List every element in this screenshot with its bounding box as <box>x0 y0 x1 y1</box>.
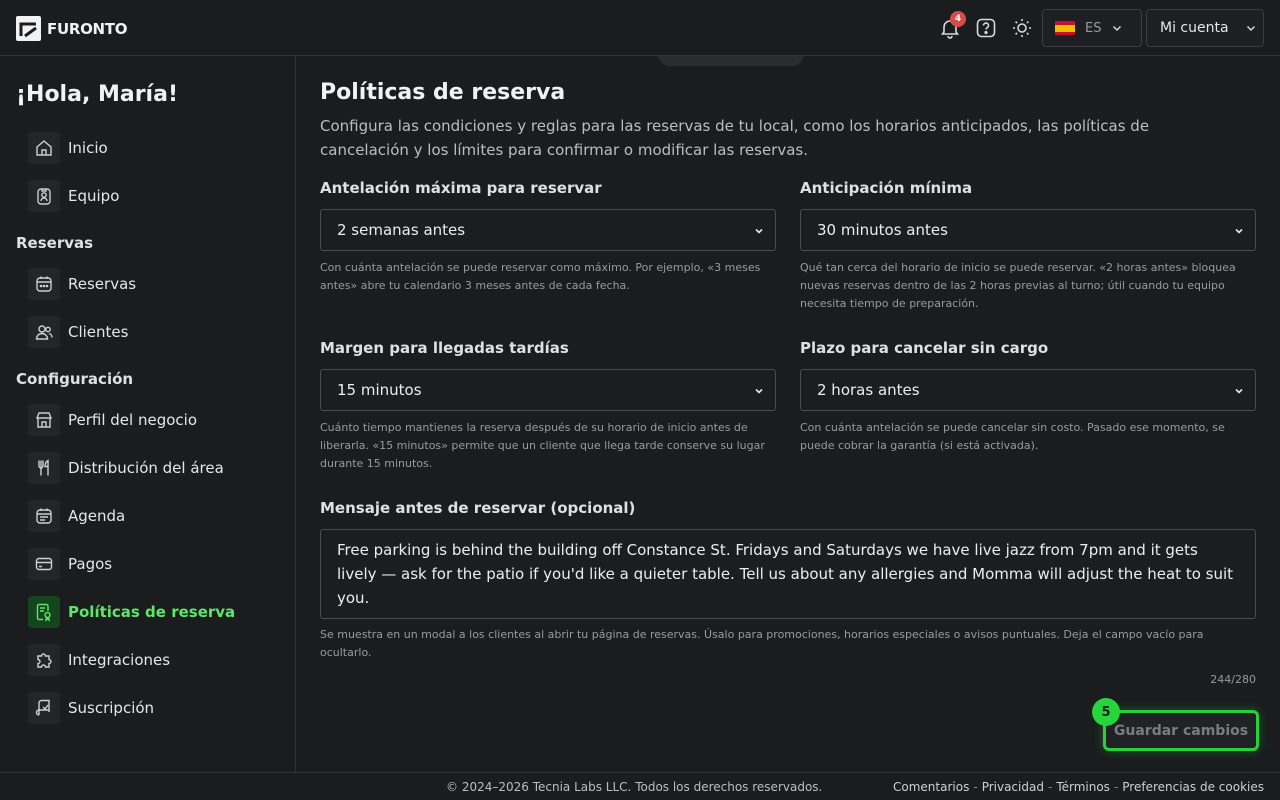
home-icon <box>28 132 60 164</box>
footer-link-terminos[interactable]: Términos <box>1056 780 1110 794</box>
cancel-window-help: Con cuánta antelación se puede cancelar … <box>800 421 1225 452</box>
section-reservas: Reservas <box>16 234 94 252</box>
policy-icon <box>28 596 60 628</box>
footer-link-privacidad[interactable]: Privacidad <box>982 780 1044 794</box>
sidebar: ¡Hola, María! Inicio Equipo Reservas Res… <box>0 56 296 772</box>
copyright: © 2024–2026 Tecnia Labs LLC. Todos los d… <box>446 780 823 794</box>
calendar-icon <box>28 268 60 300</box>
store-icon <box>28 404 60 436</box>
page-title: Políticas de reserva <box>320 80 566 105</box>
max-advance-help: Con cuánta antelación se puede reservar … <box>320 261 761 292</box>
schedule-icon <box>28 500 60 532</box>
sidebar-item-clientes[interactable]: Clientes <box>28 316 128 348</box>
late-margin-value: 15 minutos <box>337 381 422 399</box>
card-icon <box>28 548 60 580</box>
brand-logo[interactable]: FURONTO <box>16 16 127 41</box>
max-advance-select[interactable]: 2 semanas antes <box>320 209 776 251</box>
message-help: Se muestra en un modal a los clientes al… <box>320 628 1204 659</box>
cancel-window-label: Plazo para cancelar sin cargo <box>800 339 1049 357</box>
scrolled-element <box>658 56 804 66</box>
cancel-window-select[interactable]: 2 horas antes <box>800 369 1256 411</box>
max-advance-label: Antelación máxima para reservar <box>320 179 602 197</box>
footer-separator: - <box>1113 780 1119 794</box>
chevron-down-icon <box>1246 25 1255 32</box>
sun-icon[interactable] <box>1010 16 1034 40</box>
sidebar-item-label: Equipo <box>68 187 120 205</box>
language-selector[interactable]: ES <box>1042 9 1142 47</box>
account-label: Mi cuenta <box>1160 20 1229 36</box>
sidebar-item-label: Políticas de reserva <box>68 603 236 621</box>
greeting: ¡Hola, María! <box>16 82 178 107</box>
message-textarea[interactable]: Free parking is behind the building off … <box>320 529 1256 619</box>
puzzle-icon <box>28 644 60 676</box>
section-configuracion: Configuración <box>16 370 134 388</box>
sidebar-item-label: Inicio <box>68 139 108 157</box>
sidebar-item-label: Reservas <box>68 275 137 293</box>
sidebar-item-politicas-de-reserva[interactable]: Políticas de reserva <box>28 596 235 628</box>
account-menu[interactable]: Mi cuenta <box>1146 9 1264 47</box>
help-icon[interactable] <box>974 16 998 40</box>
sidebar-item-suscripcion[interactable]: Suscripción <box>28 692 154 724</box>
badge-icon <box>28 180 60 212</box>
spain-flag-icon <box>1055 21 1075 35</box>
utensils-icon <box>28 452 60 484</box>
notification-badge: 4 <box>950 11 966 27</box>
min-advance-select[interactable]: 30 minutos antes <box>800 209 1256 251</box>
min-advance-help: Qué tan cerca del horario de inicio se p… <box>800 261 1236 310</box>
sidebar-item-label: Clientes <box>68 323 129 341</box>
users-icon <box>28 316 60 348</box>
late-margin-select[interactable]: 15 minutos <box>320 369 776 411</box>
character-counter: 244/280 <box>1210 673 1256 686</box>
sidebar-item-agenda[interactable]: Agenda <box>28 500 125 532</box>
late-margin-label: Margen para llegadas tardías <box>320 339 569 357</box>
sidebar-item-label: Pagos <box>68 555 113 573</box>
main-content: Políticas de reserva Configura las condi… <box>296 56 1280 772</box>
top-bar: FURONTO 4 ES Mi cuenta <box>0 0 1280 56</box>
footer-link-preferencias-cookies[interactable]: Preferencias de cookies <box>1122 780 1264 794</box>
step-badge: 5 <box>1092 698 1120 726</box>
sidebar-item-integraciones[interactable]: Integraciones <box>28 644 170 676</box>
language-code: ES <box>1085 20 1102 36</box>
max-advance-value: 2 semanas antes <box>337 221 466 239</box>
chevron-down-icon <box>1113 25 1122 32</box>
brand-name: FURONTO <box>47 19 128 38</box>
sidebar-item-pagos[interactable]: Pagos <box>28 548 112 580</box>
sidebar-item-reservas[interactable]: Reservas <box>28 268 136 300</box>
cancel-window-value: 2 horas antes <box>817 381 920 399</box>
save-button[interactable]: Guardar cambios <box>1103 710 1259 751</box>
min-advance-value: 30 minutos antes <box>817 221 948 239</box>
sidebar-item-equipo[interactable]: Equipo <box>28 180 119 212</box>
chevron-down-icon <box>1235 228 1243 234</box>
min-advance-label: Anticipación mínima <box>800 179 973 197</box>
sidebar-item-distribucion-del-area[interactable]: Distribución del área <box>28 452 224 484</box>
sidebar-item-label: Integraciones <box>68 651 171 669</box>
page-description: Configura las condiciones y reglas para … <box>320 117 1150 159</box>
subscription-icon <box>28 692 60 724</box>
sidebar-item-label: Perfil del negocio <box>68 411 198 429</box>
footer-separator: - <box>973 780 978 794</box>
late-margin-help: Cuánto tiempo mantienes la reserva despu… <box>320 421 765 470</box>
chevron-down-icon <box>755 388 763 394</box>
footer-link-comentarios[interactable]: Comentarios <box>893 780 969 794</box>
logo-icon <box>16 16 41 41</box>
message-label: Mensaje antes de reservar (opcional) <box>320 499 636 517</box>
sidebar-item-label: Agenda <box>68 507 126 525</box>
chevron-down-icon <box>755 228 763 234</box>
sidebar-item-inicio[interactable]: Inicio <box>28 132 108 164</box>
footer: © 2024–2026 Tecnia Labs LLC. Todos los d… <box>0 772 1280 800</box>
sidebar-item-label: Suscripción <box>68 699 155 717</box>
chevron-down-icon <box>1235 388 1243 394</box>
sidebar-item-perfil-del-negocio[interactable]: Perfil del negocio <box>28 404 197 436</box>
footer-links: Comentarios - Privacidad - Términos - Pr… <box>893 780 1264 794</box>
footer-separator: - <box>1047 780 1053 794</box>
sidebar-item-label: Distribución del área <box>68 459 224 477</box>
